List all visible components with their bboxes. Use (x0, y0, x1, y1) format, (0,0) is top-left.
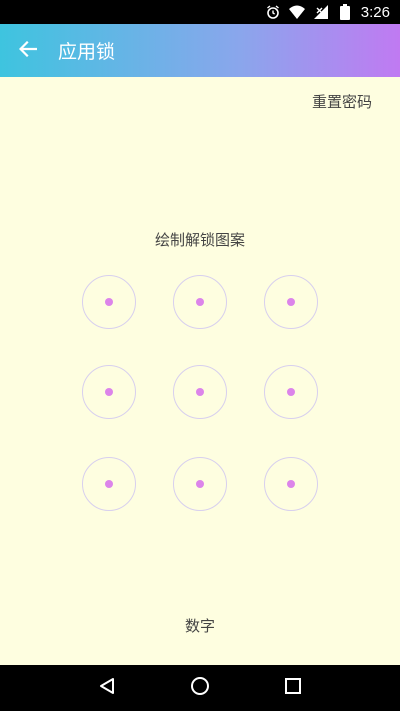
pattern-node-dot (196, 388, 204, 396)
nav-home-button[interactable] (180, 668, 220, 708)
pattern-node-dot (105, 388, 113, 396)
back-button[interactable] (0, 24, 56, 77)
pattern-node-5[interactable] (173, 365, 227, 419)
pattern-node-dot (287, 298, 295, 306)
status-bar: 3:26 (0, 0, 400, 24)
recents-square-icon (284, 677, 302, 699)
pattern-node-dot (105, 298, 113, 306)
pattern-node-dot (196, 480, 204, 488)
pattern-node-dot (196, 298, 204, 306)
pattern-node-dot (105, 480, 113, 488)
status-time: 3:26 (360, 3, 390, 21)
wifi-icon (288, 4, 305, 20)
back-triangle-icon (98, 677, 116, 699)
pattern-node-6[interactable] (264, 365, 318, 419)
battery-icon (337, 4, 353, 20)
home-circle-icon (190, 676, 210, 700)
pattern-node-dot (287, 388, 295, 396)
app-bar: 应用锁 (0, 24, 400, 77)
page-title: 应用锁 (58, 41, 116, 63)
nav-back-button[interactable] (87, 668, 127, 708)
signal-icon (313, 4, 329, 20)
nav-recents-button[interactable] (273, 668, 313, 708)
pattern-node-dot (287, 480, 295, 488)
pattern-node-9[interactable] (264, 457, 318, 511)
numeric-mode-button[interactable]: 数字 (0, 615, 400, 636)
pattern-node-2[interactable] (173, 275, 227, 329)
pattern-node-4[interactable] (82, 365, 136, 419)
pattern-node-8[interactable] (173, 457, 227, 511)
alarm-icon (265, 4, 281, 20)
pattern-node-7[interactable] (82, 457, 136, 511)
draw-pattern-prompt: 绘制解锁图案 (154, 231, 245, 249)
reset-password-button[interactable]: 重置密码 (312, 91, 372, 112)
arrow-left-icon (18, 40, 38, 61)
pattern-node-3[interactable] (264, 275, 318, 329)
navigation-bar (0, 665, 400, 711)
pattern-node-1[interactable] (82, 275, 136, 329)
